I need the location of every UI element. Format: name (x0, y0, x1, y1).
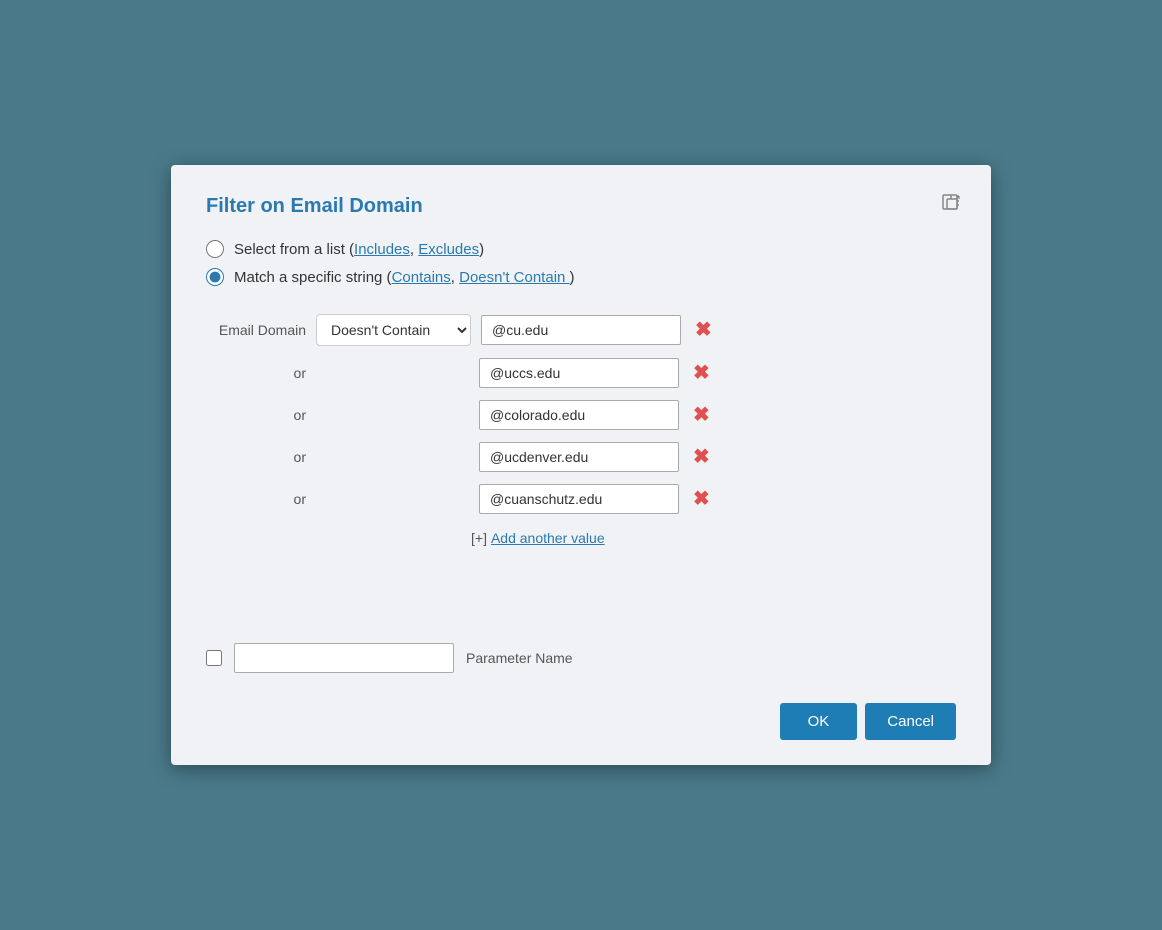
includes-link[interactable]: Includes (354, 241, 410, 258)
condition-select[interactable]: Contains Doesn't Contain (316, 314, 471, 346)
filter-section: Email Domain Contains Doesn't Contain ✖ … (206, 314, 956, 546)
radio-select-list-label: Select from a list (Includes, Excludes) (234, 241, 484, 258)
filter-row-1: or ✖ (206, 358, 956, 388)
radio-match-string[interactable] (206, 268, 224, 286)
radio-group: Select from a list (Includes, Excludes) … (206, 240, 956, 286)
value-input-1[interactable] (479, 358, 679, 388)
cancel-button[interactable]: Cancel (865, 703, 956, 740)
parameter-row: Parameter Name (206, 643, 956, 673)
add-value-prefix: [+] (471, 530, 487, 546)
ok-button[interactable]: OK (780, 703, 858, 740)
email-domain-label: Email Domain (206, 322, 306, 338)
filter-row-0: Email Domain Contains Doesn't Contain ✖ (206, 314, 956, 346)
radio-row-select-list: Select from a list (Includes, Excludes) (206, 240, 956, 258)
or-label-3: or (206, 449, 306, 465)
filter-row-4: or ✖ (206, 484, 956, 514)
contains-link[interactable]: Contains (392, 269, 451, 286)
filter-row-2: or ✖ (206, 400, 956, 430)
value-input-3[interactable] (479, 442, 679, 472)
x-icon-0: ✖ (695, 320, 712, 340)
x-icon-4: ✖ (693, 489, 710, 509)
or-label-2: or (206, 407, 306, 423)
parameter-checkbox[interactable] (206, 650, 222, 666)
x-icon-1: ✖ (693, 363, 710, 383)
parameter-name-label: Parameter Name (466, 650, 573, 666)
value-input-2[interactable] (479, 400, 679, 430)
parameter-name-input[interactable] (234, 643, 454, 673)
filter-row-3: or ✖ (206, 442, 956, 472)
remove-btn-3[interactable]: ✖ (689, 445, 714, 469)
value-input-4[interactable] (479, 484, 679, 514)
excludes-link[interactable]: Excludes (418, 241, 479, 258)
or-label-4: or (206, 491, 306, 507)
remove-btn-2[interactable]: ✖ (689, 403, 714, 427)
remove-btn-0[interactable]: ✖ (691, 318, 716, 342)
dialog-overlay: Filter on Email Domain Select from a lis… (0, 0, 1162, 930)
doesnt-contain-link[interactable]: Doesn't Contain (459, 269, 569, 286)
filter-dialog: Filter on Email Domain Select from a lis… (171, 165, 991, 765)
dialog-title: Filter on Email Domain (206, 195, 956, 218)
radio-match-string-label: Match a specific string (Contains, Doesn… (234, 269, 575, 286)
radio-row-match-string: Match a specific string (Contains, Doesn… (206, 268, 956, 286)
remove-btn-1[interactable]: ✖ (689, 361, 714, 385)
remove-btn-4[interactable]: ✖ (689, 487, 714, 511)
export-icon[interactable] (941, 193, 961, 218)
value-input-0[interactable] (481, 315, 681, 345)
x-icon-2: ✖ (693, 405, 710, 425)
radio-select-list[interactable] (206, 240, 224, 258)
x-icon-3: ✖ (693, 447, 710, 467)
dialog-footer: OK Cancel (206, 703, 956, 740)
add-value-link[interactable]: Add another value (491, 530, 605, 546)
or-label-1: or (206, 365, 306, 381)
add-value-row: [+]Add another value (471, 530, 956, 546)
